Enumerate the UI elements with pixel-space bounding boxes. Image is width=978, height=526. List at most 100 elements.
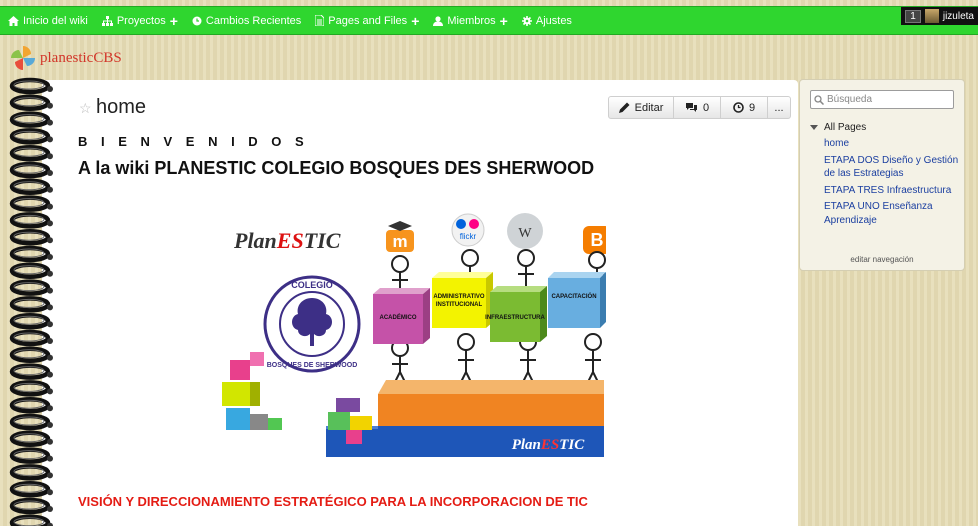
flickr-label: flickr [460, 232, 477, 241]
search-placeholder: Búsqueda [827, 94, 873, 105]
spiral-coil [9, 144, 53, 162]
nav-home-label: Inicio del wiki [23, 14, 88, 27]
search-box[interactable]: Búsqueda [810, 90, 954, 109]
spiral-coil [9, 329, 53, 347]
block-label-3: CAPACITACIÓN [551, 292, 596, 300]
more-button[interactable]: ... [768, 97, 790, 118]
page-link[interactable]: ETAPA UNO Enseñanza Aprendizaje [824, 200, 959, 227]
spiral-coils [9, 77, 53, 526]
moodle-icon: m [386, 221, 414, 252]
block-label-1: ADMINISTRATIVO [433, 294, 485, 300]
nav-home[interactable]: Inicio del wiki [8, 15, 88, 27]
college-seal: COLEGIO BOSQUES DE SHERWOOD [263, 275, 361, 373]
spiral-coil [9, 413, 53, 431]
spiral-coil [9, 447, 53, 464]
pinwheel-logo-icon [11, 46, 35, 70]
username[interactable]: jizuleta [943, 11, 974, 22]
all-pages-toggle[interactable]: All Pages [810, 122, 866, 133]
spiral-coil [9, 346, 53, 364]
spiral-coil [9, 262, 53, 280]
comments-count: 0 [702, 101, 710, 114]
nav-recent-changes-label: Cambios Recientes [205, 14, 302, 27]
spiral-coil [9, 464, 53, 481]
favorite-star-icon[interactable]: ☆ [79, 100, 92, 117]
block-label-2: INFRAESTRUCTURA [485, 315, 545, 321]
search-icon [814, 94, 824, 105]
flickr-icon: flickr [451, 213, 485, 247]
clock-icon [192, 16, 202, 25]
block-administrativo [432, 272, 493, 328]
add-page-icon[interactable]: + [411, 14, 419, 28]
history-count: 9 [748, 101, 756, 114]
spiral-coil [9, 312, 53, 330]
nav-settings[interactable]: Ajustes [521, 15, 572, 27]
sidebar: Búsqueda All Pages home ETAPA DOS Diseño… [799, 79, 965, 271]
nav-pages-files[interactable]: Pages and Files + [315, 14, 419, 28]
spiral-coil [9, 195, 53, 212]
edit-button-label: Editar [634, 101, 664, 114]
history-button[interactable]: 9 [721, 97, 768, 118]
nav-members[interactable]: Miembros + [433, 14, 508, 28]
spiral-coil [9, 245, 53, 263]
file-icon [315, 15, 325, 26]
nav-pages-files-label: Pages and Files [328, 14, 408, 27]
nav-projects[interactable]: Proyectos + [101, 14, 178, 28]
sitemap-icon [101, 15, 113, 26]
spiral-coil [9, 296, 53, 313]
svg-text:m: m [392, 232, 407, 251]
spiral-coil [9, 161, 53, 179]
comments-button[interactable]: 0 [674, 97, 721, 118]
planestic-banner-image: PlanESTIC COLEGIO BOSQUES DE SHERWOOD m … [222, 213, 606, 457]
block-label-1: INSTITUCIONAL [436, 302, 483, 308]
blogger-icon: B [583, 226, 606, 254]
home-icon [8, 15, 19, 26]
wikipedia-icon: W [507, 213, 543, 249]
page-link[interactable]: ETAPA TRES Infraestructura [824, 184, 959, 198]
wiki-logo[interactable]: planesticCBS [10, 45, 122, 71]
spiral-coil [9, 480, 53, 498]
page-title: home [96, 96, 147, 118]
spiral-coil [9, 178, 53, 196]
spiral-coil [9, 363, 53, 380]
spiral-coil [9, 128, 53, 145]
page-heading: A la wiki PLANESTIC COLEGIO BOSQUES DES … [78, 158, 595, 178]
edit-navigation-link[interactable]: editar navegación [800, 255, 964, 264]
more-button-label: ... [774, 101, 784, 114]
page-list: home ETAPA DOS Diseño y Gestión de las E… [824, 137, 959, 230]
triangle-down-icon [810, 125, 818, 130]
spiral-coil [9, 77, 53, 95]
page-content: ☆ home Editar 0 9 ... B I E N V E N I D … [42, 80, 798, 526]
wiki-name: planesticCBS [40, 49, 122, 66]
welcome-text: B I E N V E N I D O S [78, 134, 309, 149]
banner-brand-bottom: PlanESTIC [512, 437, 586, 453]
notification-count[interactable]: 1 [905, 9, 921, 23]
gear-icon [521, 15, 532, 26]
pencil-icon [618, 102, 630, 113]
spiral-coil [9, 94, 53, 112]
spiral-coil [9, 497, 53, 515]
spiral-binding [9, 77, 53, 526]
svg-text:W: W [518, 226, 532, 241]
page-link[interactable]: ETAPA DOS Diseño y Gestión de las Estrat… [824, 154, 959, 181]
page-link[interactable]: home [824, 137, 959, 151]
main-nav: Inicio del wiki Proyectos + Cambios Reci… [8, 7, 586, 34]
nav-recent-changes[interactable]: Cambios Recientes [192, 15, 301, 27]
edit-button[interactable]: Editar [609, 97, 674, 118]
seal-top-text: COLEGIO [291, 280, 333, 290]
add-project-icon[interactable]: + [170, 14, 178, 28]
user-menu[interactable]: 1 jizuleta [901, 7, 978, 25]
comments-icon [685, 103, 697, 112]
nav-projects-label: Proyectos [116, 14, 166, 27]
nav-members-label: Miembros [447, 14, 496, 27]
spiral-coil [9, 380, 53, 397]
add-member-icon[interactable]: + [500, 14, 508, 28]
spiral-coil [9, 212, 53, 229]
block-label-0: ACADÉMICO [380, 313, 417, 321]
block-capacitacion [548, 272, 606, 328]
avatar[interactable] [924, 9, 939, 23]
clock-icon [733, 102, 744, 113]
spiral-coil [9, 430, 53, 448]
seal-bottom-text: BOSQUES DE SHERWOOD [267, 362, 358, 369]
spiral-coil [9, 396, 53, 414]
spiral-coil [9, 228, 53, 246]
